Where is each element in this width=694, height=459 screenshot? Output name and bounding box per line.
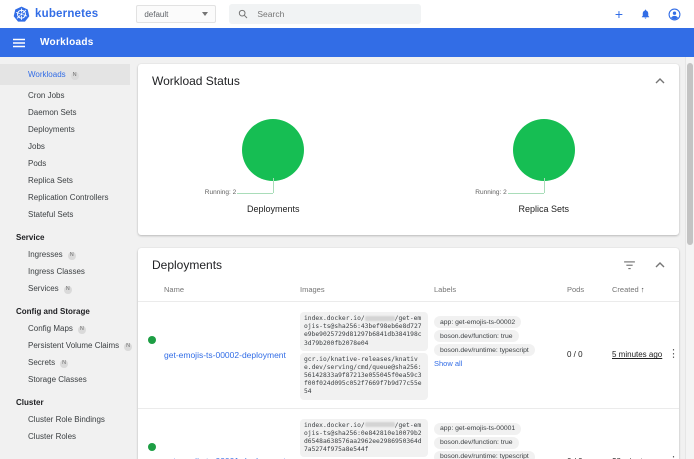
collapse-card-icon[interactable]: [655, 78, 665, 84]
sidebar-section-config-and-storage: Config and Storage: [0, 303, 130, 320]
sidebar-item-daemon-sets[interactable]: Daemon Sets: [0, 104, 130, 121]
sidebar-item-pods[interactable]: Pods: [0, 155, 130, 172]
deployment-name-link[interactable]: get-emojis-ts-00002-deployment: [164, 350, 300, 360]
kubernetes-logo-icon: [13, 6, 30, 23]
collapse-card-icon[interactable]: [655, 262, 665, 268]
workload-status-title: Workload Status: [152, 74, 240, 88]
legend-connector-line: [508, 193, 544, 194]
namespaced-badge: N: [71, 72, 79, 81]
sidebar-item-persistent-volume-claims[interactable]: Persistent Volume ClaimsN: [0, 337, 130, 354]
row-menu-kebab-icon[interactable]: ⋮: [668, 349, 679, 360]
image-chip: index.docker.io//get-emojis-ts@sha256:43…: [300, 312, 428, 351]
sidebar-item-cluster-roles[interactable]: Cluster Roles: [0, 428, 130, 445]
sidebar-item-secrets[interactable]: SecretsN: [0, 354, 130, 371]
column-header-name[interactable]: Name: [164, 285, 300, 294]
namespace-selected-value: default: [144, 10, 168, 19]
search-input[interactable]: [257, 9, 412, 19]
namespace-selector[interactable]: default: [136, 5, 216, 23]
pie-legend-label: Running: 2: [205, 189, 236, 196]
sidebar-section-service: Service: [0, 229, 130, 246]
label-chip: app: get-emojis-ts-00002: [434, 316, 521, 328]
user-account-icon[interactable]: [668, 8, 681, 21]
search-bar[interactable]: [229, 4, 421, 24]
label-chip: boson.dev/runtime: typescript: [434, 344, 535, 356]
sidebar: WorkloadsN Cron Jobs Daemon Sets Deploym…: [0, 57, 130, 459]
labels-cell: app: get-emojis-ts-00002 boson.dev/funct…: [434, 308, 567, 368]
status-running-icon: [148, 443, 156, 451]
deployments-title: Deployments: [152, 258, 222, 272]
image-chip: gcr.io/knative-releases/knative.dev/serv…: [300, 353, 428, 400]
column-header-images[interactable]: Images: [300, 285, 434, 294]
labels-cell: app: get-emojis-ts-00001 boson.dev/funct…: [434, 415, 567, 459]
legend-connector-line: [273, 178, 274, 193]
sidebar-item-cluster-role-bindings[interactable]: Cluster Role Bindings: [0, 411, 130, 428]
sidebar-item-ingress-classes[interactable]: Ingress Classes: [0, 263, 130, 280]
images-cell: index.docker.io//get-emojis-ts@sha256:0e…: [300, 415, 434, 459]
sidebar-item-config-maps[interactable]: Config MapsN: [0, 320, 130, 337]
header-actions: +: [615, 7, 681, 21]
label-chip: boson.dev/runtime: typescript: [434, 451, 535, 459]
sidebar-section-cluster: Cluster: [0, 394, 130, 411]
sidebar-item-workloads[interactable]: WorkloadsN: [0, 64, 130, 85]
image-chip: index.docker.io//get-emojis-ts@sha256:0e…: [300, 419, 428, 458]
sidebar-item-ingresses[interactable]: IngressesN: [0, 246, 130, 263]
images-cell: index.docker.io//get-emojis-ts@sha256:43…: [300, 308, 434, 402]
created-timestamp: 5 minutes ago: [612, 350, 668, 359]
legend-connector-line: [544, 178, 545, 193]
sidebar-item-replica-sets[interactable]: Replica Sets: [0, 172, 130, 189]
chart-title: Deployments: [173, 204, 373, 214]
sidebar-item-cron-jobs[interactable]: Cron Jobs: [0, 87, 130, 104]
chart-title: Replica Sets: [444, 204, 644, 214]
namespaced-badge: N: [64, 286, 72, 295]
create-resource-button[interactable]: +: [615, 7, 623, 21]
namespaced-badge: N: [68, 252, 76, 261]
label-chip: app: get-emojis-ts-00001: [434, 423, 521, 435]
workload-status-card: Workload Status Running: 2: [138, 64, 679, 235]
brand-name: kubernetes: [35, 8, 98, 20]
namespaced-badge: N: [78, 326, 86, 335]
page-scrollbar[interactable]: [685, 57, 694, 459]
sort-ascending-icon: ↑: [641, 285, 645, 294]
sidebar-item-stateful-sets[interactable]: Stateful Sets: [0, 206, 130, 223]
deployments-card: Deployments Name: [138, 248, 679, 459]
redacted-text: [365, 422, 395, 427]
column-header-labels[interactable]: Labels: [434, 285, 567, 294]
pie-chart-deployments: [242, 119, 304, 181]
replica-sets-status-chart: Running: 2 Replica Sets: [444, 119, 644, 214]
column-header-created[interactable]: Created↑: [612, 285, 668, 294]
kubernetes-dashboard: kubernetes default +: [0, 0, 694, 459]
sidebar-item-storage-classes[interactable]: Storage Classes: [0, 371, 130, 388]
main-content: Workload Status Running: 2: [130, 57, 694, 459]
namespaced-badge: N: [60, 360, 68, 369]
sidebar-item-replication-controllers[interactable]: Replication Controllers: [0, 189, 130, 206]
pie-chart-replica-sets: [513, 119, 575, 181]
table-row: get-emojis-ts-00002-deployment index.doc…: [138, 301, 679, 408]
filter-icon[interactable]: [624, 261, 635, 270]
pods-count: 0 / 0: [567, 350, 612, 359]
redacted-text: [365, 316, 395, 321]
deployments-status-chart: Running: 2 Deployments: [173, 119, 373, 214]
table-header: Name Images Labels Pods Created↑: [138, 277, 679, 301]
label-chip: boson.dev/function: true: [434, 437, 519, 449]
legend-connector-line: [237, 193, 273, 194]
scrollbar-thumb[interactable]: [687, 63, 693, 245]
column-header-pods[interactable]: Pods: [567, 285, 612, 294]
notifications-bell-icon[interactable]: [640, 8, 651, 20]
table-row: get-emojis-ts-00001-deployment index.doc…: [138, 408, 679, 459]
top-header: kubernetes default +: [0, 0, 694, 28]
sidebar-item-jobs[interactable]: Jobs: [0, 138, 130, 155]
label-chip: boson.dev/function: true: [434, 330, 519, 342]
pie-legend-label: Running: 2: [475, 189, 506, 196]
page-title: Workloads: [40, 37, 94, 48]
search-icon: [238, 9, 248, 19]
sidebar-item-deployments[interactable]: Deployments: [0, 121, 130, 138]
sidebar-item-services[interactable]: ServicesN: [0, 280, 130, 297]
chevron-down-icon: [202, 12, 208, 16]
status-running-icon: [148, 336, 156, 344]
brand[interactable]: kubernetes: [13, 6, 98, 23]
app-toolbar: Workloads: [0, 28, 694, 57]
hamburger-menu-icon[interactable]: [13, 38, 25, 48]
show-all-labels-link[interactable]: Show all: [434, 359, 567, 368]
